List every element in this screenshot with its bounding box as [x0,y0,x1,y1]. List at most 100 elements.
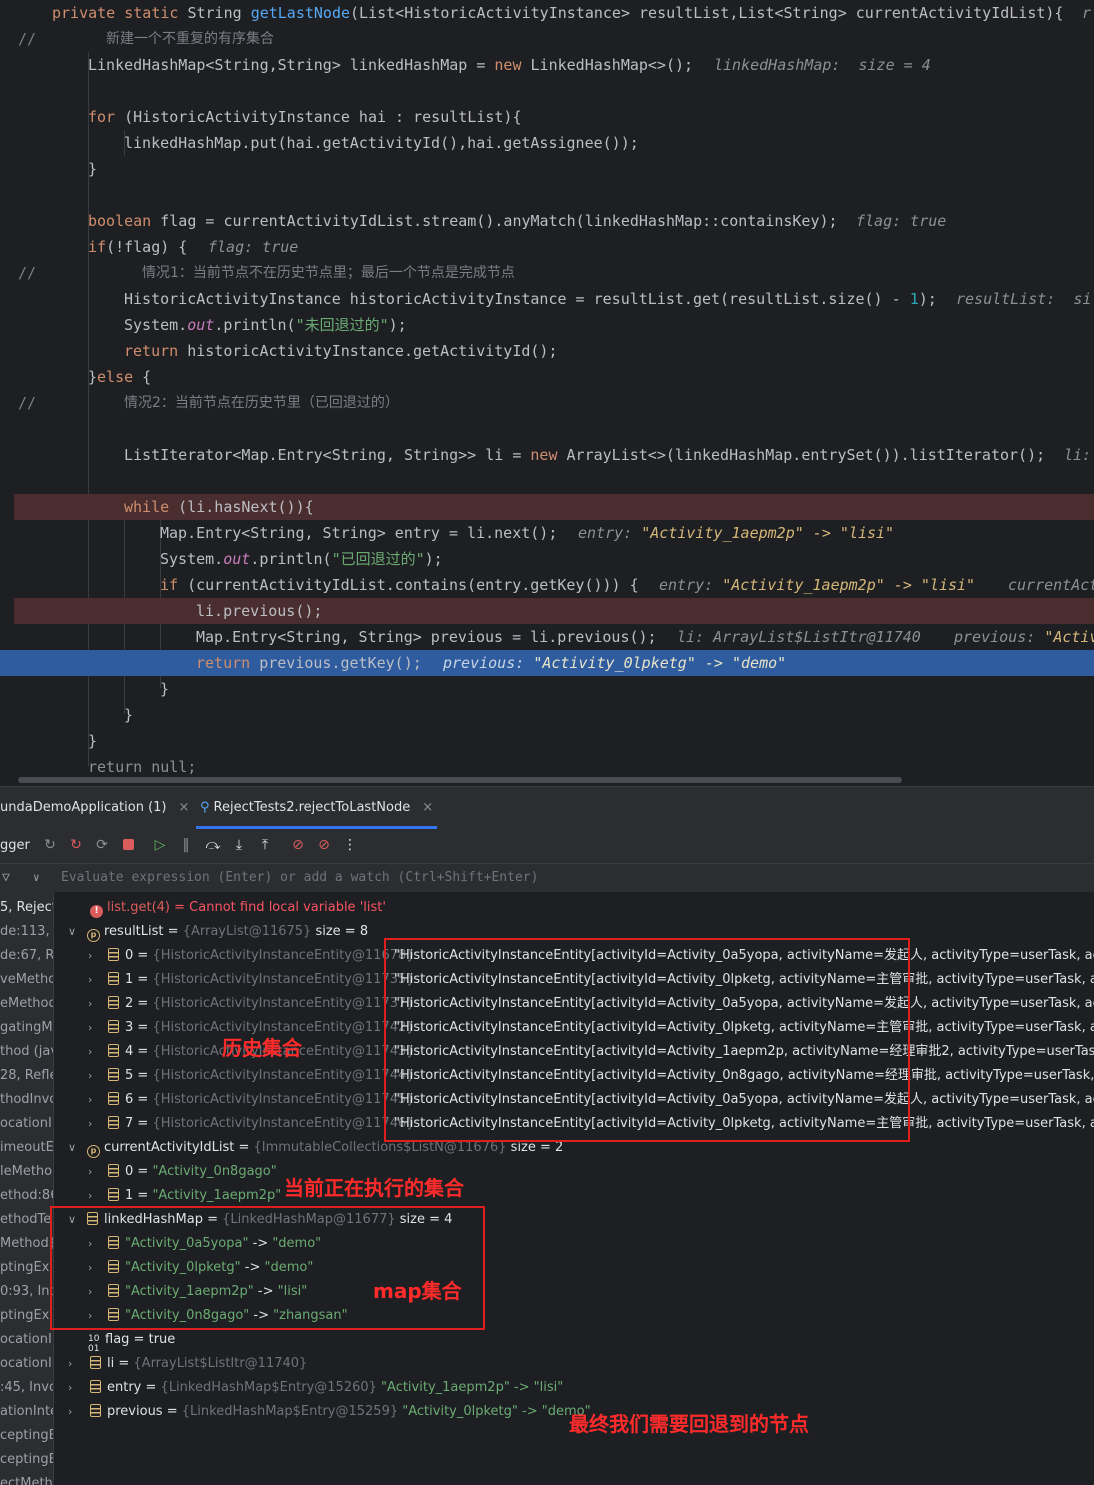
stack-frame[interactable]: de:113, R [0,920,53,944]
chevron-right-icon[interactable]: › [88,992,92,1016]
stack-frame[interactable]: ceptingE [0,1448,53,1472]
code-line-24-breakpoint[interactable]: li.previous(); [14,598,1094,624]
horizontal-scrollbar[interactable] [18,777,902,783]
stack-frame[interactable]: ocationI [0,1112,53,1136]
stack-frame[interactable]: ationInte [0,1400,53,1424]
chevron-right-icon[interactable]: › [88,1016,92,1040]
code-line-9: boolean flag = currentActivityIdList.str… [88,212,947,230]
item-index: 0 [125,948,134,963]
field-icon [108,972,119,985]
stack-frame[interactable]: de:67, Re [0,944,53,968]
annotation-map: map集合 [373,1279,462,1303]
chevron-right-icon[interactable]: › [68,1400,72,1424]
stack-frame[interactable]: leMetho [0,1160,53,1184]
test-run-icon: ⚲ [200,800,210,815]
stack-frame[interactable]: ocationIn [0,1352,53,1376]
code-line-16: //情况2：当前节点在历史节里（已回退过的） [18,394,399,412]
stop-icon[interactable] [119,836,137,854]
item-ref: {HistoricActivityInstanceEntity@11745} [152,1092,415,1107]
chevron-right-icon[interactable]: › [88,944,92,968]
tab-reject-tests[interactable]: ⚲ RejectTests2.rejectToLastNode × [195,787,438,829]
chevron-right-icon[interactable]: › [68,1352,72,1376]
chevron-right-icon[interactable]: › [88,1064,92,1088]
stack-frame[interactable]: Method$ [0,1232,53,1256]
close-icon[interactable]: × [422,800,433,815]
field-icon [90,1404,101,1417]
stack-frame[interactable]: thod (jav [0,1040,53,1064]
stack-frame[interactable]: ceptingE [0,1424,53,1448]
field-icon [108,948,119,961]
evaluate-expression-bar: ▽ ∨ Evaluate expression (Enter) or add a… [0,863,1094,893]
stack-frame[interactable]: ocationI [0,1328,53,1352]
history-highlight-box [384,938,910,1142]
annotation-current: 当前正在执行的集合 [284,1176,464,1200]
filter-icon[interactable]: ▽ [2,864,10,892]
chevron-right-icon[interactable]: › [88,1040,92,1064]
resume-icon[interactable]: ▷ [151,836,169,854]
stack-frame[interactable]: :45, Invo [0,1376,53,1400]
rerun-icon[interactable]: ↻ [41,836,59,854]
chevron-right-icon[interactable]: › [88,968,92,992]
stack-frame[interactable]: ethodTe [0,1208,53,1232]
item-ref: {HistoricActivityInstanceEntity@11744} [152,1068,415,1083]
code-line-15: }else { [88,368,152,386]
debugger-label[interactable]: gger [0,829,30,863]
stack-frame[interactable]: gatingMe [0,1016,53,1040]
reload-classes-icon[interactable]: ⟳ [93,836,111,854]
code-editor[interactable]: private static String getLastNode(List<H… [0,0,1094,786]
primitive-icon: 10 01 [88,1334,100,1354]
item-index: 2 [125,996,134,1011]
field-icon [108,1044,119,1057]
step-into-icon[interactable]: ⤓ [230,836,248,854]
chevron-down-icon[interactable]: ∨ [68,920,76,944]
parameter-icon: p [87,929,100,942]
stack-frame[interactable]: 0:93, Int [0,1280,53,1304]
view-breakpoints-icon[interactable]: ⊘ [289,836,307,854]
step-out-icon[interactable]: ⤒ [256,836,274,854]
stack-frame[interactable]: ptingEx [0,1304,53,1328]
chevron-right-icon[interactable]: › [88,1184,92,1208]
code-line-28: } [124,706,134,724]
more-options-icon[interactable]: ⋮ [341,836,359,854]
stack-frame[interactable]: veMetho [0,968,53,992]
stack-frame[interactable]: imeoutE [0,1136,53,1160]
chevron-right-icon[interactable]: › [88,1088,92,1112]
pause-icon[interactable]: ‖ [177,836,195,854]
code-line-7: } [88,160,98,178]
field-icon [108,1092,119,1105]
field-icon [108,1020,119,1033]
evaluate-expression-input[interactable]: Evaluate expression (Enter) or add a wat… [61,864,538,892]
mute-breakpoints-icon[interactable]: ⊘ [315,836,333,854]
code-line-10: if(!flag) {flag: true [88,238,299,256]
parameter-icon: p [87,1145,100,1158]
stack-frame[interactable]: 28, Refle [0,1064,53,1088]
code-line-25: Map.Entry<String, String> previous = li.… [196,628,1094,646]
code-line-3: LinkedHashMap<String,String> linkedHashM… [88,56,931,74]
code-line-22: System.out.println("已回退过的"); [160,550,443,568]
item-index: 5 [125,1068,134,1083]
tab-camunda-demo-application[interactable]: undaDemoApplication (1) × [0,787,189,829]
code-line-26-current[interactable]: return previous.getKey(); previous: "Acti… [0,650,1094,676]
item-index: 1 [125,972,134,987]
rerun-failed-icon[interactable]: ↻ [67,836,85,854]
chevron-right-icon[interactable]: › [88,1112,92,1136]
annotation-history: 历史集合 [222,1036,302,1060]
stack-frame[interactable]: ptingEx [0,1256,53,1280]
frames-panel: 5, Rejectde:113, Rde:67, ReveMethoeMetho… [0,892,54,1485]
stack-frame[interactable]: ethod:86 [0,1184,53,1208]
chevron-right-icon[interactable]: › [68,1376,72,1400]
step-over-icon[interactable]: ⤼ [204,836,222,854]
chevron-down-icon[interactable]: ∨ [33,864,40,892]
stack-frame[interactable]: eMethod [0,992,53,1016]
stack-frame[interactable]: 5, Reject [0,896,53,920]
code-line-12: HistoricActivityInstance historicActivit… [124,290,1092,308]
watch-error-row[interactable]: ! list.get(4) = Cannot find local variabl… [90,896,386,920]
stack-frame[interactable]: ectMeth [0,1472,53,1485]
chevron-down-icon[interactable]: ∨ [68,1136,76,1160]
code-line-27: } [160,680,170,698]
item-index: 7 [125,1116,134,1131]
close-icon[interactable]: × [179,800,190,815]
chevron-right-icon[interactable]: › [88,1160,92,1184]
code-line-20-breakpoint[interactable]: while (li.hasNext()){ [14,494,1094,520]
stack-frame[interactable]: thodInvo [0,1088,53,1112]
